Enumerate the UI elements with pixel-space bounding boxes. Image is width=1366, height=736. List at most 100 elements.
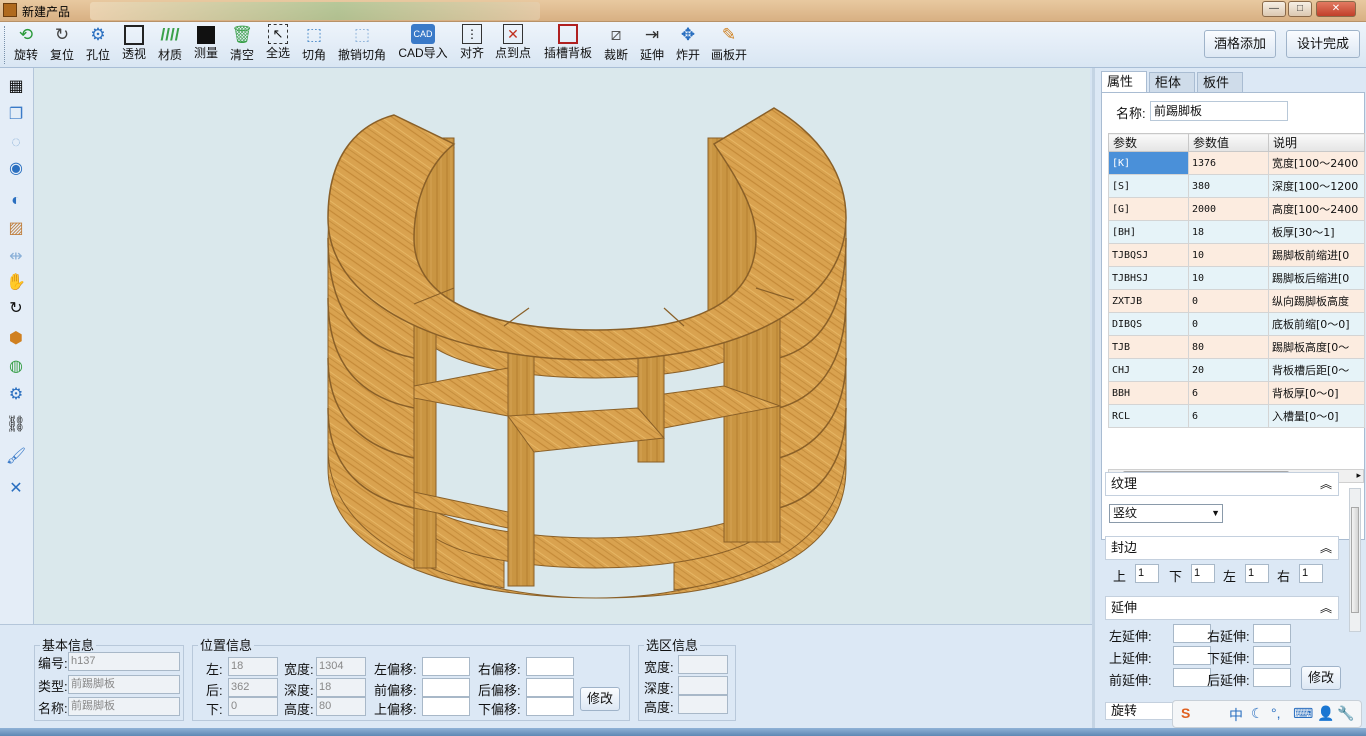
ime-lang-indicator[interactable]: 中	[1229, 705, 1243, 725]
close-button[interactable]: ✕	[1316, 1, 1356, 17]
rotate-button[interactable]: ⟲ 旋转	[10, 24, 42, 66]
parameter-value-cell[interactable]: 10	[1188, 243, 1269, 267]
cad-import-button[interactable]: CAD CAD导入	[396, 24, 450, 66]
punctuation-icon[interactable]: °,	[1271, 705, 1281, 721]
hand-pan-icon[interactable]: ✋	[5, 272, 27, 294]
parameter-row[interactable]: DIBQS 0 底板前缩[0～0]	[1108, 312, 1365, 336]
parameter-value-cell[interactable]: 6	[1188, 404, 1269, 428]
slot-backboard-button[interactable]: 插槽背板	[540, 24, 596, 66]
brush-icon[interactable]: 🖌	[5, 446, 27, 468]
extend-down-input[interactable]	[1253, 646, 1291, 665]
mirror-icon[interactable]: ⇹	[5, 246, 27, 268]
link-add-icon[interactable]: ⛓	[5, 414, 27, 436]
edge-top-input[interactable]: 1	[1135, 564, 1159, 583]
parameter-value-cell[interactable]: 0	[1188, 312, 1269, 336]
parameter-value-cell[interactable]: 2000	[1188, 197, 1269, 221]
parameter-value-cell[interactable]: 380	[1188, 174, 1269, 198]
wine-rack-add-button[interactable]: 酒格添加	[1204, 30, 1276, 58]
parameter-row[interactable]: ZXTJB 0 纵向踢脚板高度	[1108, 289, 1365, 313]
extend-right-input[interactable]	[1253, 624, 1291, 643]
col-param[interactable]: 参数	[1108, 133, 1189, 152]
toolbar-grip[interactable]	[4, 26, 7, 64]
tab-properties[interactable]: 属性	[1101, 71, 1147, 93]
extend-front-input[interactable]	[1173, 668, 1211, 687]
panel-scroll-thumb[interactable]	[1351, 507, 1359, 613]
refresh-icon[interactable]: ↻	[5, 298, 27, 320]
collapse-icon[interactable]: ︽	[1320, 473, 1332, 495]
parameter-value-cell[interactable]: 6	[1188, 381, 1269, 405]
tab-panel[interactable]: 板件	[1197, 72, 1243, 92]
clear-button[interactable]: 🗑 清空	[226, 24, 258, 66]
wrench-icon[interactable]: ✕	[5, 478, 27, 500]
parameter-row[interactable]: TJB 80 踢脚板高度[0～	[1108, 335, 1365, 359]
extend-up-input[interactable]	[1173, 646, 1211, 665]
parameter-row[interactable]: [K] 1376 宽度[100～2400	[1108, 151, 1365, 175]
extend-modify-button[interactable]: 修改	[1301, 666, 1341, 690]
measure-button[interactable]: 测量	[190, 24, 222, 66]
moon-icon[interactable]: ☾	[1251, 705, 1264, 722]
select-all-button[interactable]: ↖ 全选	[262, 24, 294, 66]
maximize-button[interactable]: □	[1288, 1, 1312, 17]
parameter-row[interactable]: [BH] 18 板厚[30～1]	[1108, 220, 1365, 244]
parameter-row[interactable]: TJBHSJ 10 踢脚板后缩进[0	[1108, 266, 1365, 290]
edge-bottom-input[interactable]: 1	[1191, 564, 1215, 583]
left-offset-input[interactable]	[422, 657, 470, 676]
right-offset-input[interactable]	[526, 657, 574, 676]
extend-back-input[interactable]	[1253, 668, 1291, 687]
parameter-value-cell[interactable]: 80	[1188, 335, 1269, 359]
parameter-value-cell[interactable]: 1376	[1188, 151, 1269, 175]
hide-icon[interactable]: ◌	[5, 132, 27, 154]
parameter-value-cell[interactable]: 0	[1188, 289, 1269, 313]
wrench-icon[interactable]: 🔧	[1337, 705, 1354, 722]
contrast-icon[interactable]: ◐	[5, 190, 27, 212]
settings-icon[interactable]: ⚙	[5, 384, 27, 406]
keyboard-icon[interactable]: ⌨	[1293, 705, 1313, 722]
down-offset-input[interactable]	[526, 697, 574, 716]
tab-cabinet[interactable]: 柜体	[1149, 72, 1195, 92]
edge-right-input[interactable]: 1	[1299, 564, 1323, 583]
undo-chamfer-button[interactable]: ⬚ 撤销切角	[334, 24, 390, 66]
panel-vertical-scrollbar[interactable]	[1349, 488, 1361, 632]
material-button[interactable]: //// 材质	[154, 24, 186, 66]
align-button[interactable]: ⋮ 对齐	[456, 24, 488, 66]
position-modify-button[interactable]: 修改	[580, 687, 620, 711]
component-icon[interactable]: ⬢	[5, 328, 27, 350]
perspective-button[interactable]: 透视	[118, 24, 150, 66]
chamfer-button[interactable]: ⬚ 切角	[298, 24, 330, 66]
back-offset-input[interactable]	[526, 678, 574, 697]
front-offset-input[interactable]	[422, 678, 470, 697]
parameter-value-cell[interactable]: 10	[1188, 266, 1269, 290]
minimize-button[interactable]: —	[1262, 1, 1286, 17]
parameter-row[interactable]: [G] 2000 高度[100～2400	[1108, 197, 1365, 221]
draw-board-button[interactable]: ✎ 画板开	[708, 24, 750, 66]
parameter-row[interactable]: BBH 6 背板厚[0～0]	[1108, 381, 1365, 405]
design-complete-button[interactable]: 设计完成	[1286, 30, 1360, 58]
extend-section-header[interactable]: 延伸 ︽	[1105, 596, 1339, 620]
col-value[interactable]: 参数值	[1188, 133, 1269, 152]
parameter-value-cell[interactable]: 20	[1188, 358, 1269, 382]
explode-button[interactable]: ✥ 炸开	[672, 24, 704, 66]
globe-icon[interactable]: ◍	[5, 356, 27, 378]
reset-button[interactable]: ↻ 复位	[46, 24, 78, 66]
edge-banding-section-header[interactable]: 封边 ︽	[1105, 536, 1339, 560]
sogou-logo-icon[interactable]: S	[1181, 705, 1190, 721]
parameter-row[interactable]: [S] 380 深度[100～1200	[1108, 174, 1365, 198]
parameter-value-cell[interactable]: 18	[1188, 220, 1269, 244]
parameter-row[interactable]: CHJ 20 背板槽后距[0～	[1108, 358, 1365, 382]
extend-left-input[interactable]	[1173, 624, 1211, 643]
collapse-icon[interactable]: ︽	[1320, 537, 1332, 559]
hole-position-button[interactable]: ⚙ 孔位	[82, 24, 114, 66]
edge-left-input[interactable]: 1	[1245, 564, 1269, 583]
texture-select[interactable]: 竖纹 ▼	[1109, 504, 1223, 523]
parameter-row[interactable]: TJBQSJ 10 踢脚板前缩进[0	[1108, 243, 1365, 267]
scroll-right-icon[interactable]: ▸	[1356, 470, 1361, 481]
parameter-row[interactable]: RCL 6 入槽量[0～0]	[1108, 404, 1365, 428]
part-name-input[interactable]: 前踢脚板	[1150, 101, 1288, 121]
collapse-icon[interactable]: ︽	[1320, 597, 1332, 619]
up-offset-input[interactable]	[422, 697, 470, 716]
3d-viewport[interactable]	[34, 68, 1090, 624]
texture-icon[interactable]: ▨	[5, 218, 27, 240]
col-desc[interactable]: 说明	[1268, 133, 1365, 152]
extend-button[interactable]: ⇥ 延伸	[636, 24, 668, 66]
eye-icon[interactable]: ◉	[5, 158, 27, 180]
